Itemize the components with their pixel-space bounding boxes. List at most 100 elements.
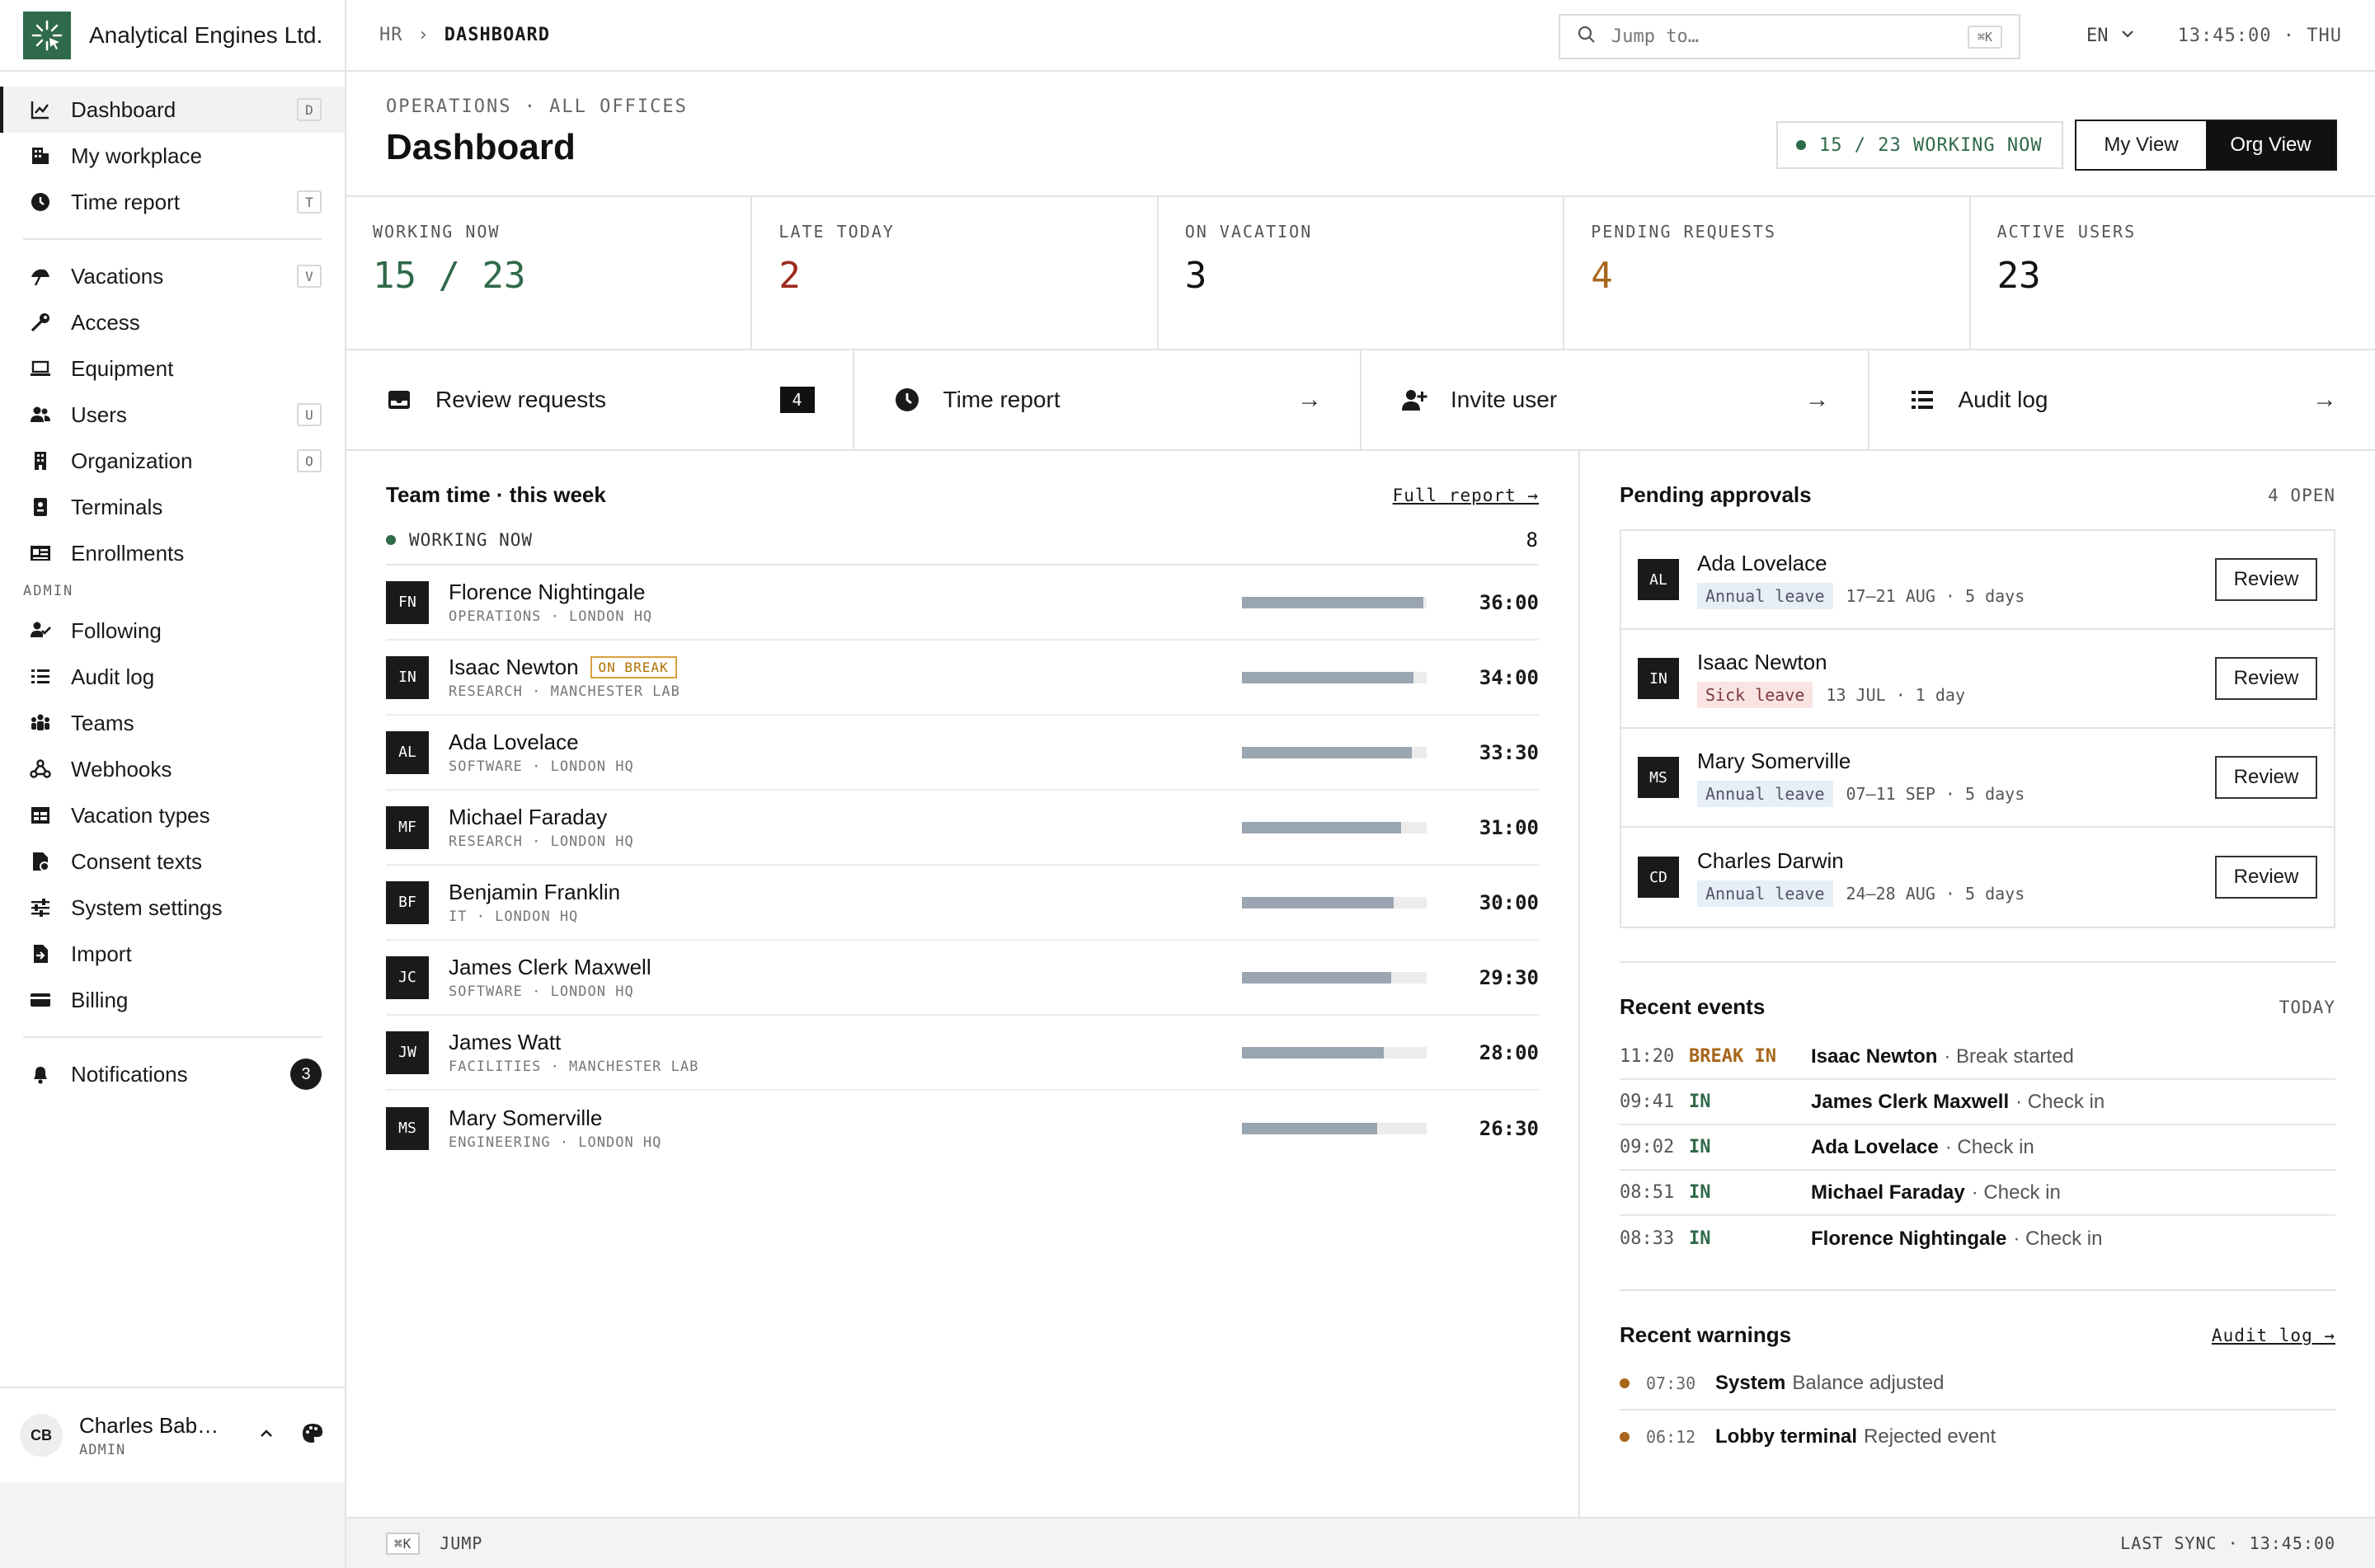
working-now-group-header[interactable]: WORKING NOW 8 (386, 516, 1539, 566)
breadcrumb-parent[interactable]: HR (379, 25, 403, 45)
sidebar-item-notifications[interactable]: Notifications 3 (0, 1051, 345, 1097)
team-row[interactable]: FN Florence Nightingale OPERATIONS · LONDO… (386, 566, 1539, 641)
team-row[interactable]: JC James Clerk Maxwell SOFTWARE · LONDON H… (386, 941, 1539, 1016)
sidebar-item-terminals[interactable]: Terminals (0, 484, 345, 530)
time-report-button[interactable]: Time report → (854, 350, 1362, 449)
warning-row[interactable]: 06:12 Lobby terminal Rejected event (1620, 1411, 2335, 1463)
event-row[interactable]: 09:41 IN James Clerk Maxwell · Check in (1620, 1080, 2335, 1125)
sidebar-item-webhooks[interactable]: Webhooks (0, 746, 345, 792)
sidebar-item-label: Webhooks (71, 756, 172, 782)
person-name: Ada Lovelace (449, 730, 579, 754)
sidebar-item-import[interactable]: Import (0, 931, 345, 977)
sidebar-item-organization[interactable]: Organization O (0, 438, 345, 484)
avatar: AL (386, 730, 429, 774)
sidebar-item-equipment[interactable]: Equipment (0, 345, 345, 392)
team-row[interactable]: IN Isaac Newton ON BREAK RESEARCH · MANCHES… (386, 641, 1539, 716)
shortcut-key: U (297, 403, 322, 426)
panel-title: Team time · this week (386, 482, 606, 507)
warning-description: Rejected event (1864, 1425, 1996, 1448)
team-row[interactable]: MS Mary Somerville ENGINEERING · LONDON HQ… (386, 1091, 1539, 1166)
hours-value: 36:00 (1479, 590, 1539, 614)
language-select[interactable]: EN (2086, 0, 2135, 72)
sidebar-item-my-workplace[interactable]: My workplace (0, 133, 345, 179)
event-row[interactable]: 11:20 BREAK IN Isaac Newton · Break started (1620, 1035, 2335, 1080)
stat-pending-requests[interactable]: PENDING REQUESTS 4 (1564, 197, 1971, 349)
event-row[interactable]: 08:33 IN Florence Nightingale · Check in (1620, 1216, 2335, 1261)
event-description: · Check in (2013, 1227, 2103, 1250)
warning-source: System (1715, 1372, 1786, 1394)
review-button[interactable]: Review (2215, 558, 2317, 601)
building-icon (28, 143, 53, 168)
event-row[interactable]: 09:02 IN Ada Lovelace · Check in (1620, 1125, 2335, 1171)
event-description: · Check in (1971, 1181, 2061, 1204)
chevron-up-icon[interactable] (257, 1425, 275, 1447)
jump-shortcut[interactable]: ⌘K (386, 1532, 421, 1555)
sidebar-item-audit-log[interactable]: Audit log (0, 654, 345, 700)
user-info[interactable]: Charles Bab… ADMIN (79, 1413, 257, 1458)
person-name-row: James Clerk Maxwell (449, 955, 1242, 980)
audit-log-button[interactable]: Audit log → (1869, 350, 2375, 449)
person-name: Isaac Newton (449, 655, 579, 679)
hours-bar-fill (1242, 1046, 1385, 1059)
stat-late-today[interactable]: LATE TODAY 2 (752, 197, 1159, 349)
event-description: · Check in (2015, 1090, 2105, 1113)
review-requests-button[interactable]: Review requests 4 (346, 350, 854, 449)
my-view-button[interactable]: My View (2076, 121, 2206, 169)
sidebar-item-consent-texts[interactable]: Consent texts (0, 838, 345, 885)
list-icon (28, 664, 53, 689)
terminal-icon (28, 495, 53, 519)
warning-time: 06:12 (1646, 1427, 1696, 1447)
event-time: 08:51 (1620, 1182, 1675, 1203)
event-type: BREAK IN (1689, 1046, 1776, 1067)
stat-active-users[interactable]: ACTIVE USERS 23 (1971, 197, 2375, 349)
warning-source: Lobby terminal (1715, 1425, 1858, 1448)
full-report-link[interactable]: Full report → (1393, 486, 1539, 505)
avatar: IN (386, 655, 429, 699)
sidebar-item-teams[interactable]: Teams (0, 700, 345, 746)
sidebar-item-system-settings[interactable]: System settings (0, 885, 345, 931)
inbox-icon (384, 385, 414, 415)
review-button[interactable]: Review (2215, 657, 2317, 700)
person-info: Benjamin Franklin IT · LONDON HQ (449, 880, 1242, 925)
clock-icon (28, 190, 53, 214)
sidebar-item-time-report[interactable]: Time report T (0, 179, 345, 225)
review-button[interactable]: Review (2215, 856, 2317, 899)
sidebar-item-access[interactable]: Access (0, 299, 345, 345)
last-sync: LAST SYNC · 13:45:00 (2120, 1533, 2335, 1553)
right-column: Pending approvals 4 OPEN AL Ada Lovelace A… (1580, 451, 2375, 1517)
avatar: JW (386, 1030, 429, 1074)
avatar[interactable]: CB (20, 1414, 63, 1457)
sidebar-item-billing[interactable]: Billing (0, 977, 345, 1023)
sidebar-item-vacations[interactable]: Vacations V (0, 253, 345, 299)
sidebar-item-enrollments[interactable]: Enrollments (0, 530, 345, 576)
hours-value: 26:30 (1479, 1116, 1539, 1140)
user-role: ADMIN (79, 1441, 126, 1458)
warning-row[interactable]: 07:30 System Balance adjusted (1620, 1358, 2335, 1411)
event-person: Michael Faraday (1811, 1181, 1965, 1204)
audit-log-link[interactable]: Audit log → (2212, 1326, 2335, 1345)
brand[interactable]: Analytical Engines Ltd. (0, 0, 345, 72)
search-input[interactable]: Jump to… ⌘K (1559, 14, 2020, 59)
sidebar-item-label: Consent texts (71, 848, 202, 874)
palette-icon[interactable] (300, 1421, 325, 1450)
person-name: James Clerk Maxwell (449, 955, 651, 979)
event-row[interactable]: 08:51 IN Michael Faraday · Check in (1620, 1171, 2335, 1216)
shortcut-key: D (297, 98, 322, 121)
sidebar-item-following[interactable]: Following (0, 608, 345, 654)
sidebar-item-users[interactable]: Users U (0, 392, 345, 438)
team-row[interactable]: AL Ada Lovelace SOFTWARE · LONDON HQ 33:30 (386, 716, 1539, 791)
stat-working-now[interactable]: WORKING NOW 15 / 23 (346, 197, 753, 349)
avatar: CD (1638, 857, 1679, 898)
sidebar-item-dashboard[interactable]: Dashboard D (0, 87, 345, 133)
team-row[interactable]: MF Michael Faraday RESEARCH · LONDON HQ 31:… (386, 791, 1539, 866)
event-type: IN (1689, 1228, 1711, 1249)
panel-title: Recent events (1620, 994, 1766, 1019)
stat-on-vacation[interactable]: ON VACATION 3 (1159, 197, 1565, 349)
invite-user-button[interactable]: Invite user → (1362, 350, 1869, 449)
arrow-right-icon: → (1804, 386, 1830, 413)
sidebar-item-vacation-types[interactable]: Vacation types (0, 792, 345, 838)
review-button[interactable]: Review (2215, 756, 2317, 799)
team-row[interactable]: BF Benjamin Franklin IT · LONDON HQ 30:00 (386, 866, 1539, 941)
org-view-button[interactable]: Org View (2206, 121, 2335, 169)
team-row[interactable]: JW James Watt FACILITIES · MANCHESTER LAB 2… (386, 1016, 1539, 1091)
